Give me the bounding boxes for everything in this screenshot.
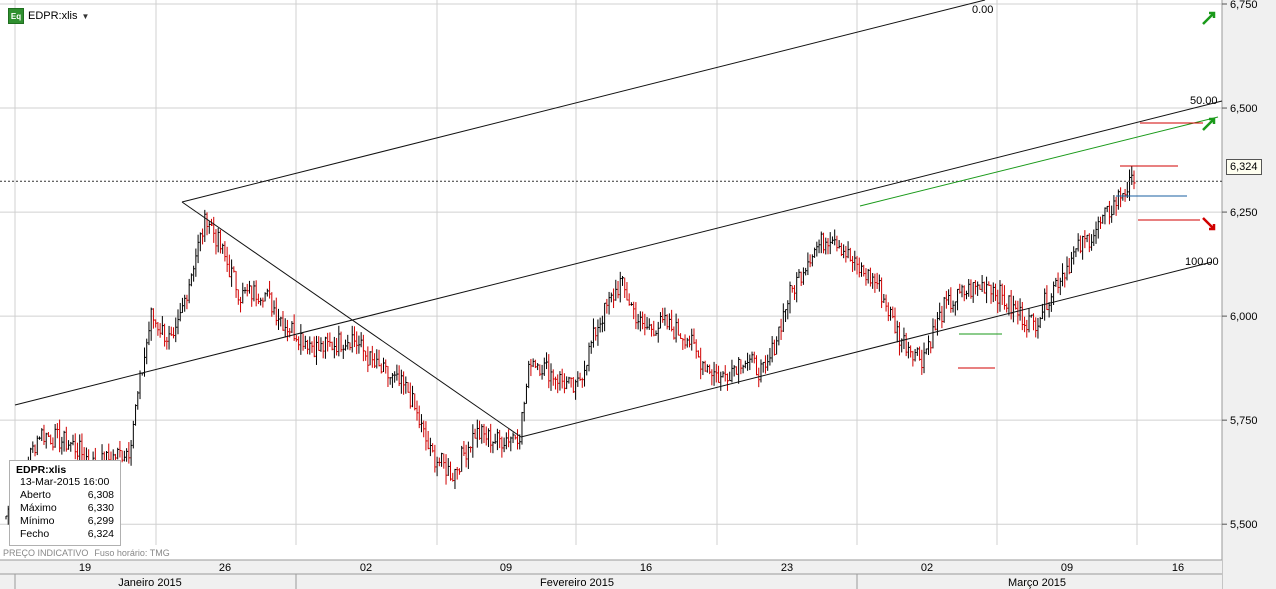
x-tick-label: 26: [219, 562, 231, 574]
x-tick-label: 02: [360, 562, 372, 574]
month-label: Março 2015: [1008, 577, 1066, 589]
trend-up-icon: [1202, 11, 1216, 25]
data-window-date: 13-Mar-2015 16:00: [20, 476, 110, 488]
y-tick-label: 6,500: [1230, 103, 1258, 115]
data-window: EDPR:xlis 13-Mar-2015 16:00 Aberto 6,308 …: [9, 460, 121, 546]
x-tick-label: 19: [79, 562, 91, 574]
trend-down-icon: [1202, 217, 1216, 231]
data-window-high: Máximo 6,330: [20, 502, 114, 514]
chevron-down-icon[interactable]: ▼: [82, 12, 90, 21]
equity-icon: Eq: [8, 8, 24, 24]
symbol-label: EDPR:xlis: [28, 10, 78, 22]
data-window-low: Mínimo 6,299: [20, 515, 114, 527]
price-chart[interactable]: 6,750 6,500 6,250 6,000 5,750 5,500 19 26 02 09 16…: [0, 0, 1276, 589]
symbol-selector[interactable]: Eq EDPR:xlis ▼: [8, 8, 89, 24]
data-window-open: Aberto 6,308: [20, 489, 114, 501]
x-tick-label: 02: [921, 562, 933, 574]
x-tick-label: 23: [781, 562, 793, 574]
data-window-close: Fecho 6,324: [20, 528, 114, 540]
y-tick-label: 6,000: [1230, 311, 1258, 323]
x-tick-label: 09: [500, 562, 512, 574]
x-tick-label: 16: [640, 562, 652, 574]
footer-note: PREÇO INDICATIVO Fuso horário: TMG: [3, 548, 170, 558]
fib-level-label: 0.00: [972, 4, 993, 16]
data-window-title: EDPR:xlis: [16, 464, 67, 476]
month-label: Janeiro 2015: [118, 577, 182, 589]
y-axis-panel: [1222, 0, 1276, 589]
fib-level-label: 50.00: [1190, 95, 1218, 107]
y-tick-label: 6,250: [1230, 207, 1258, 219]
y-tick-label: 5,500: [1230, 519, 1258, 531]
month-label: Fevereiro 2015: [540, 577, 614, 589]
x-tick-label: 16: [1172, 562, 1184, 574]
last-price-tag: 6,324: [1226, 159, 1262, 175]
green-trendline: [859, 116, 1219, 207]
fib-level-label: 100.00: [1185, 256, 1219, 268]
channel-line: [181, 0, 986, 203]
y-tick-label: 6,750: [1230, 0, 1258, 11]
y-tick-label: 5,750: [1230, 415, 1258, 427]
channel-line: [181, 201, 522, 438]
x-tick-label: 09: [1061, 562, 1073, 574]
